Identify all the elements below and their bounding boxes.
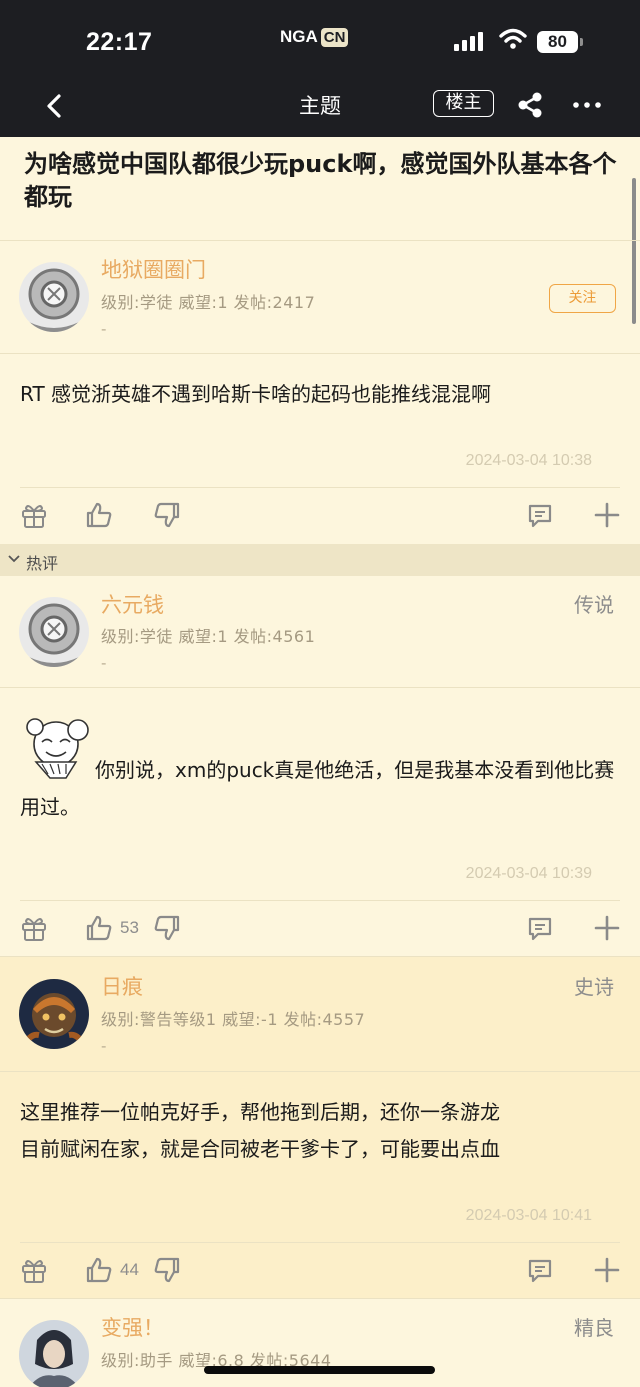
home-indicator[interactable]	[204, 1366, 435, 1374]
user-rank: 传说	[574, 593, 614, 617]
chevron-down-icon	[8, 555, 20, 563]
post-time: 2024-03-04 10:39	[465, 865, 592, 882]
hot-comments-section-header[interactable]: 热评	[0, 544, 640, 576]
avatar[interactable]	[19, 979, 89, 1049]
navigation-bar: 主题 楼主	[0, 80, 640, 137]
divider	[0, 353, 640, 354]
status-bar: 22:17 NGA CN 80	[0, 0, 640, 80]
default-diver-avatar-icon	[19, 597, 89, 667]
cellular-signal-icon	[454, 32, 483, 51]
user-signature: -	[101, 320, 107, 338]
avatar[interactable]	[19, 262, 89, 332]
divider	[20, 900, 620, 901]
user-signature: -	[101, 1037, 107, 1055]
avatar[interactable]	[19, 597, 89, 667]
more-icon[interactable]	[570, 90, 604, 120]
brand-suffix: CN	[320, 27, 349, 47]
divider	[0, 687, 640, 688]
divider	[0, 1071, 640, 1072]
divider	[0, 240, 640, 241]
post-content-line-1: 这里推荐一位帕克好手，帮他拖到后期，还你一条游龙	[20, 1100, 500, 1124]
avatar[interactable]	[19, 1320, 89, 1387]
username[interactable]: 日痕	[101, 971, 143, 1001]
thumb-up-icon[interactable]	[84, 500, 114, 530]
comment-icon[interactable]	[525, 913, 555, 943]
post-time: 2024-03-04 10:41	[465, 1207, 592, 1224]
divider	[0, 1298, 640, 1299]
plus-icon[interactable]	[592, 1255, 622, 1285]
follow-button[interactable]: 关注	[549, 284, 616, 313]
plus-icon[interactable]	[592, 913, 622, 943]
wifi-icon	[499, 28, 527, 49]
comment-icon[interactable]	[525, 1255, 555, 1285]
thumb-up-icon[interactable]	[84, 1255, 114, 1285]
user-rank: 精良	[574, 1316, 614, 1340]
divider	[0, 956, 640, 957]
thumb-down-icon[interactable]	[152, 1255, 182, 1285]
thumb-down-icon[interactable]	[152, 913, 182, 943]
battery-indicator: 80	[537, 31, 583, 53]
divider	[20, 487, 620, 488]
user-signature: -	[101, 654, 107, 672]
user-info: 级别:学徒 威望:1 发帖:4561	[101, 627, 316, 646]
user-info: 级别:警告等级1 威望:-1 发帖:4557	[101, 1010, 366, 1029]
thumb-down-icon[interactable]	[152, 500, 182, 530]
topic-title: 为啥感觉中国队都很少玩puck啊，感觉国外队基本各个都玩	[24, 150, 617, 211]
character-avatar-icon	[19, 1320, 89, 1387]
divider	[20, 1242, 620, 1243]
comment-icon[interactable]	[525, 500, 555, 530]
username[interactable]: 六元钱	[101, 589, 164, 619]
gift-icon[interactable]	[19, 500, 49, 530]
gift-icon[interactable]	[19, 913, 49, 943]
post-content: RT 感觉浙英雄不遇到哈斯卡啥的起码也能推线混混啊	[20, 382, 492, 406]
like-count: 53	[120, 918, 139, 937]
user-info: 级别:学徒 威望:1 发帖:2417	[101, 293, 316, 312]
post-time: 2024-03-04 10:38	[465, 452, 592, 469]
default-diver-avatar-icon	[19, 262, 89, 332]
hot-comments-label: 热评	[26, 554, 59, 573]
post-content: 你别说，xm的puck真是他绝活，但是我基本没看到他比赛用过。	[20, 758, 615, 819]
username[interactable]: 变强！	[101, 1312, 164, 1342]
scroll-indicator[interactable]	[632, 178, 636, 324]
only-op-button[interactable]: 楼主	[433, 90, 494, 117]
warrior-avatar-icon	[19, 979, 89, 1049]
brand-text: NGA	[280, 27, 318, 46]
user-rank: 史诗	[574, 975, 614, 999]
like-count: 44	[120, 1260, 139, 1279]
post-content-line-2: 目前赋闲在家，就是合同被老干爹卡了，可能要出点血	[20, 1137, 500, 1161]
gift-icon[interactable]	[19, 1255, 49, 1285]
share-icon[interactable]	[514, 89, 546, 121]
status-time: 22:17	[86, 28, 153, 56]
thumb-up-icon[interactable]	[84, 913, 114, 943]
app-brand-logo: NGA CN	[280, 26, 349, 48]
plus-icon[interactable]	[592, 500, 622, 530]
username[interactable]: 地狱圈圈门	[101, 254, 206, 284]
